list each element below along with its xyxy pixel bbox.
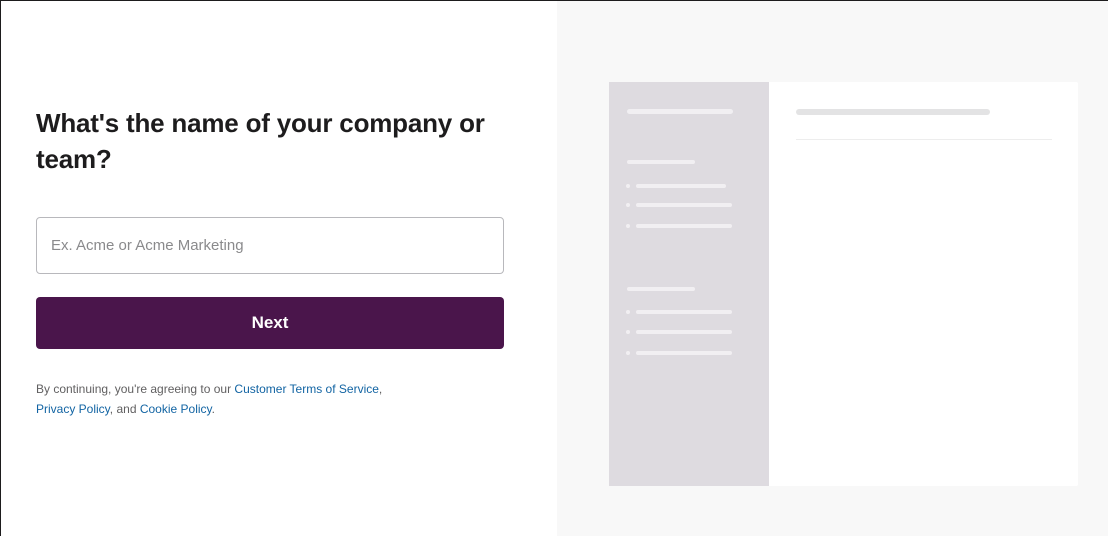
preview-channel-line — [635, 224, 732, 228]
preview-bullet-dot — [625, 184, 630, 188]
preview-bullet-dot — [625, 310, 630, 314]
legal-prefix: By continuing, you're agreeing to our — [36, 382, 235, 396]
preview-sidebar-title-line — [626, 109, 733, 114]
preview-channel-line — [635, 203, 732, 207]
preview-dm-line — [635, 351, 732, 355]
company-name-form: What's the name of your company or team?… — [1, 1, 557, 536]
workspace-preview-panel — [556, 1, 1108, 536]
company-name-input[interactable] — [36, 217, 504, 274]
legal-notice: By continuing, you're agreeing to our Cu… — [36, 379, 506, 419]
legal-separator: , — [378, 382, 383, 396]
preview-bullet-dot — [625, 330, 630, 334]
preview-dm-line — [635, 330, 732, 334]
preview-header-divider — [795, 139, 1052, 140]
privacy-policy-link[interactable]: Privacy Policy — [36, 402, 110, 416]
preview-sidebar — [608, 82, 769, 486]
preview-section-header-line — [626, 287, 695, 291]
legal-suffix: . — [211, 402, 215, 416]
preview-bullet-dot — [625, 203, 630, 207]
preview-bullet-dot — [625, 351, 630, 355]
preview-channel-line — [635, 184, 726, 188]
next-button[interactable]: Next — [36, 297, 504, 349]
workspace-preview — [608, 82, 1078, 486]
preview-header-line — [795, 109, 990, 115]
signup-window: What's the name of your company or team?… — [0, 0, 1108, 536]
preview-main-area — [769, 82, 1078, 486]
preview-dm-line — [635, 310, 732, 314]
preview-bullet-dot — [625, 224, 630, 228]
preview-section-header-line — [626, 160, 695, 164]
page-title: What's the name of your company or team? — [36, 108, 485, 174]
customer-terms-link[interactable]: Customer Terms of Service — [234, 382, 379, 396]
legal-separator-and: , and — [109, 402, 140, 416]
cookie-policy-link[interactable]: Cookie Policy — [140, 402, 212, 416]
